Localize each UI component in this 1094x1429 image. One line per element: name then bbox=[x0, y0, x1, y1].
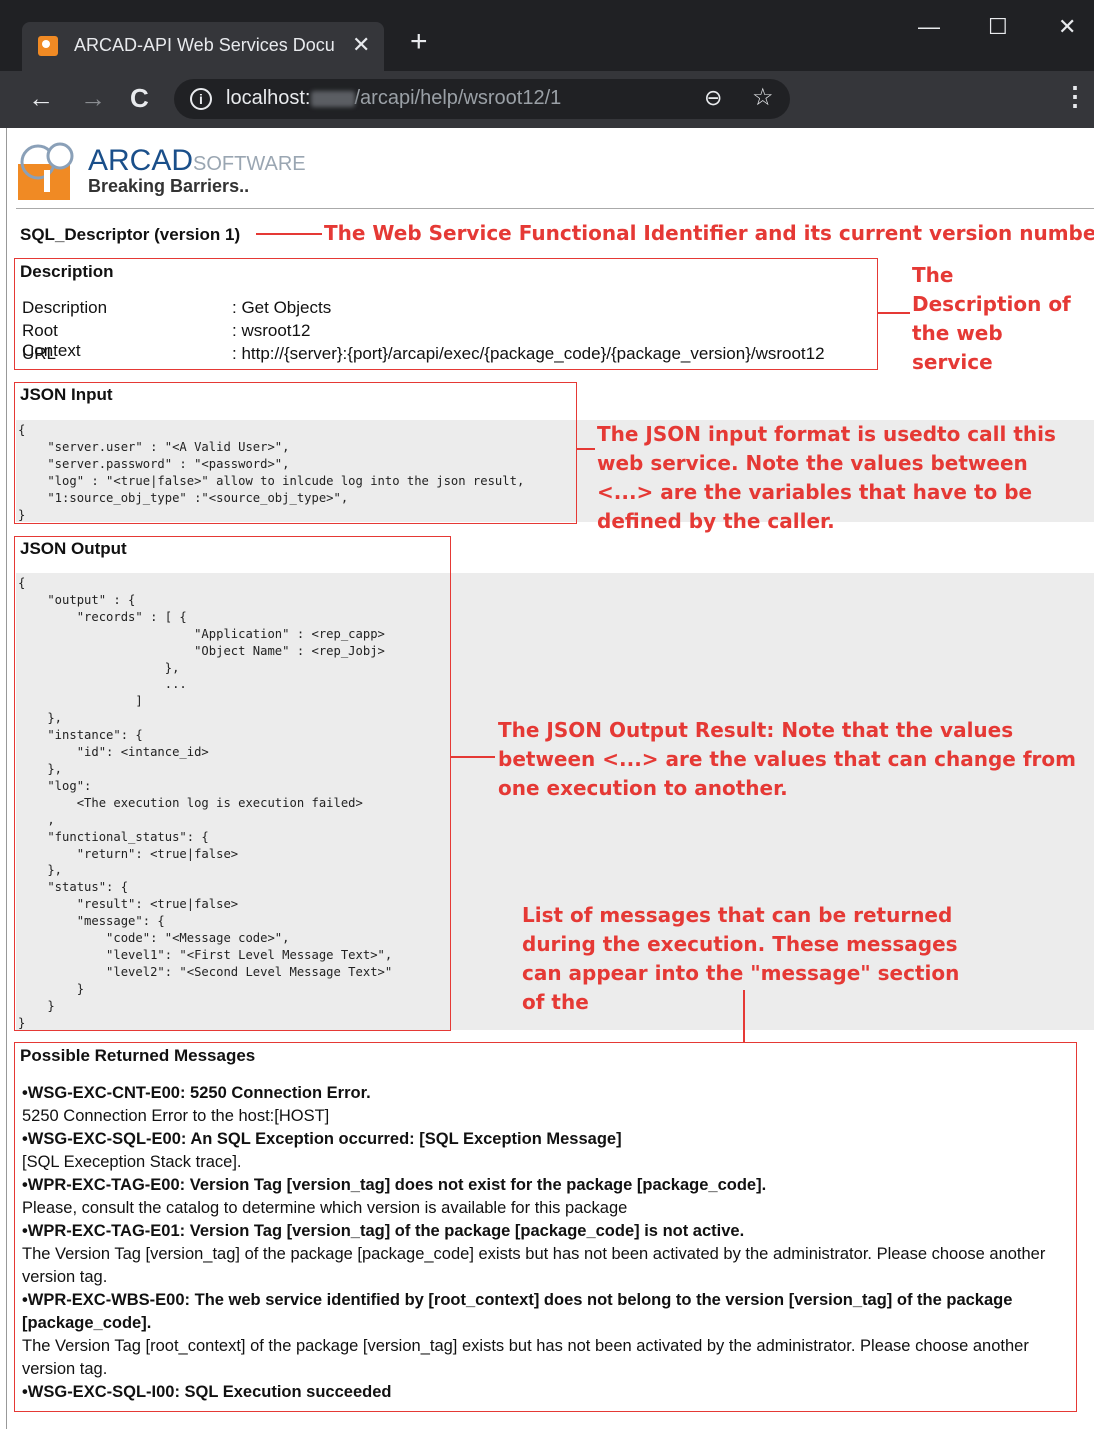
bookmark-star-icon[interactable]: ☆ bbox=[752, 83, 774, 112]
json-output-heading: JSON Output bbox=[20, 539, 127, 558]
json-input-annotation-line bbox=[577, 448, 595, 450]
messages-list: •WSG-EXC-CNT-E00: 5250 Connection Error.… bbox=[22, 1082, 1072, 1404]
logo-tagline: Breaking Barriers.. bbox=[88, 176, 250, 196]
forward-button[interactable]: → bbox=[80, 83, 106, 113]
arcad-logo-mark-icon bbox=[18, 142, 74, 200]
message-detail: [SQL Exeception Stack trace]. bbox=[22, 1153, 242, 1171]
close-window-button[interactable]: ✕ bbox=[1058, 14, 1076, 40]
message-detail: The Version Tag [root_context] of the pa… bbox=[22, 1337, 1029, 1378]
json-output-section bbox=[14, 536, 451, 1031]
messages-annotation-line bbox=[743, 990, 745, 1042]
message-title: •WSG-EXC-CNT-E00: 5250 Connection Error. bbox=[22, 1084, 371, 1102]
message-title: •WPR-EXC-WBS-E00: The web service identi… bbox=[22, 1291, 1013, 1332]
message-title: •WSG-EXC-SQL-I00: SQL Execution succeede… bbox=[22, 1383, 392, 1401]
logo-word-soft: SOFTWARE bbox=[193, 153, 306, 175]
title-annotation-line bbox=[256, 233, 322, 235]
logo-wordmark: ARCADSOFTWARE bbox=[88, 144, 306, 178]
description-value: : wsroot12 bbox=[232, 321, 311, 340]
description-key: Description bbox=[22, 298, 108, 317]
messages-annotation: List of messages that can be returned du… bbox=[522, 903, 960, 1014]
reload-button[interactable]: C bbox=[130, 83, 149, 113]
description-value: : Get Objects bbox=[232, 298, 332, 317]
back-button[interactable]: ← bbox=[28, 83, 54, 113]
message-item: •WPR-EXC-TAG-E01: Version Tag [version_t… bbox=[22, 1220, 1072, 1289]
browser-tab-bar: ARCAD-API Web Services Docum ✕ + — ☐ ✕ bbox=[0, 0, 1094, 71]
message-item: •WSG-EXC-SQL-E00: An SQL Exception occur… bbox=[22, 1128, 1072, 1174]
tab-title: ARCAD-API Web Services Docum bbox=[74, 35, 336, 55]
description-heading: Description bbox=[20, 262, 114, 281]
message-title: •WPR-EXC-TAG-E01: Version Tag [version_t… bbox=[22, 1222, 745, 1240]
arcad-favicon-icon bbox=[38, 36, 58, 56]
logo-word-main: ARCAD bbox=[88, 144, 194, 177]
description-key: URL bbox=[22, 344, 57, 363]
browser-tab[interactable]: ARCAD-API Web Services Docum ✕ bbox=[22, 22, 384, 71]
minimize-button[interactable]: — bbox=[918, 14, 940, 40]
header-divider bbox=[16, 208, 1094, 209]
messages-heading: Possible Returned Messages bbox=[20, 1046, 256, 1065]
json-output-annotation: The JSON Output Result: Note that the va… bbox=[498, 718, 1076, 800]
json-input-annotation: The JSON input format is usedto call thi… bbox=[597, 422, 1056, 533]
new-tab-button[interactable]: + bbox=[410, 27, 428, 57]
message-title: •WPR-EXC-TAG-E00: Version Tag [version_t… bbox=[22, 1176, 767, 1194]
url-path: /arcapi/help/wsroot12/1 bbox=[354, 87, 562, 109]
service-title: SQL_Descriptor (version 1) bbox=[20, 225, 241, 244]
url-text: localhost: /arcapi/help/wsroot12/1 bbox=[226, 87, 561, 110]
description-annotation: The Description of the web service bbox=[912, 263, 1071, 374]
maximize-button[interactable]: ☐ bbox=[988, 14, 1008, 40]
url-host: localhost: bbox=[226, 87, 311, 109]
redacted-port bbox=[310, 90, 355, 107]
title-annotation: The Web Service Functional Identifier an… bbox=[324, 221, 1094, 245]
zoom-icon[interactable]: ⊖ bbox=[704, 85, 722, 111]
description-value: : http://{server}:{port}/arcapi/exec/{pa… bbox=[232, 344, 825, 363]
url-input[interactable]: i localhost: /arcapi/help/wsroot12/1 ⊖ ☆ bbox=[174, 79, 790, 119]
message-detail: The Version Tag [version_tag] of the pac… bbox=[22, 1245, 1046, 1286]
description-annotation-line bbox=[878, 312, 910, 314]
message-detail: 5250 Connection Error to the host:[HOST] bbox=[22, 1107, 330, 1125]
info-icon[interactable]: i bbox=[190, 88, 212, 110]
page-left-border bbox=[6, 128, 7, 1429]
message-detail: Please, consult the catalog to determine… bbox=[22, 1199, 628, 1217]
json-output-annotation-line bbox=[451, 756, 495, 758]
tab-close-icon[interactable]: ✕ bbox=[352, 32, 370, 58]
message-item: •WSG-EXC-CNT-E00: 5250 Connection Error.… bbox=[22, 1082, 1072, 1128]
message-item: •WPR-EXC-WBS-E00: The web service identi… bbox=[22, 1289, 1072, 1381]
json-input-heading: JSON Input bbox=[20, 385, 113, 404]
message-item: •WSG-EXC-SQL-I00: SQL Execution succeede… bbox=[22, 1381, 1072, 1404]
address-bar: ← → C i localhost: /arcapi/help/wsroot12/… bbox=[0, 71, 1094, 128]
message-item: •WPR-EXC-TAG-E00: Version Tag [version_t… bbox=[22, 1174, 1072, 1220]
browser-menu-icon[interactable]: ⋮ bbox=[1062, 81, 1088, 112]
message-title: •WSG-EXC-SQL-E00: An SQL Exception occur… bbox=[22, 1130, 622, 1148]
